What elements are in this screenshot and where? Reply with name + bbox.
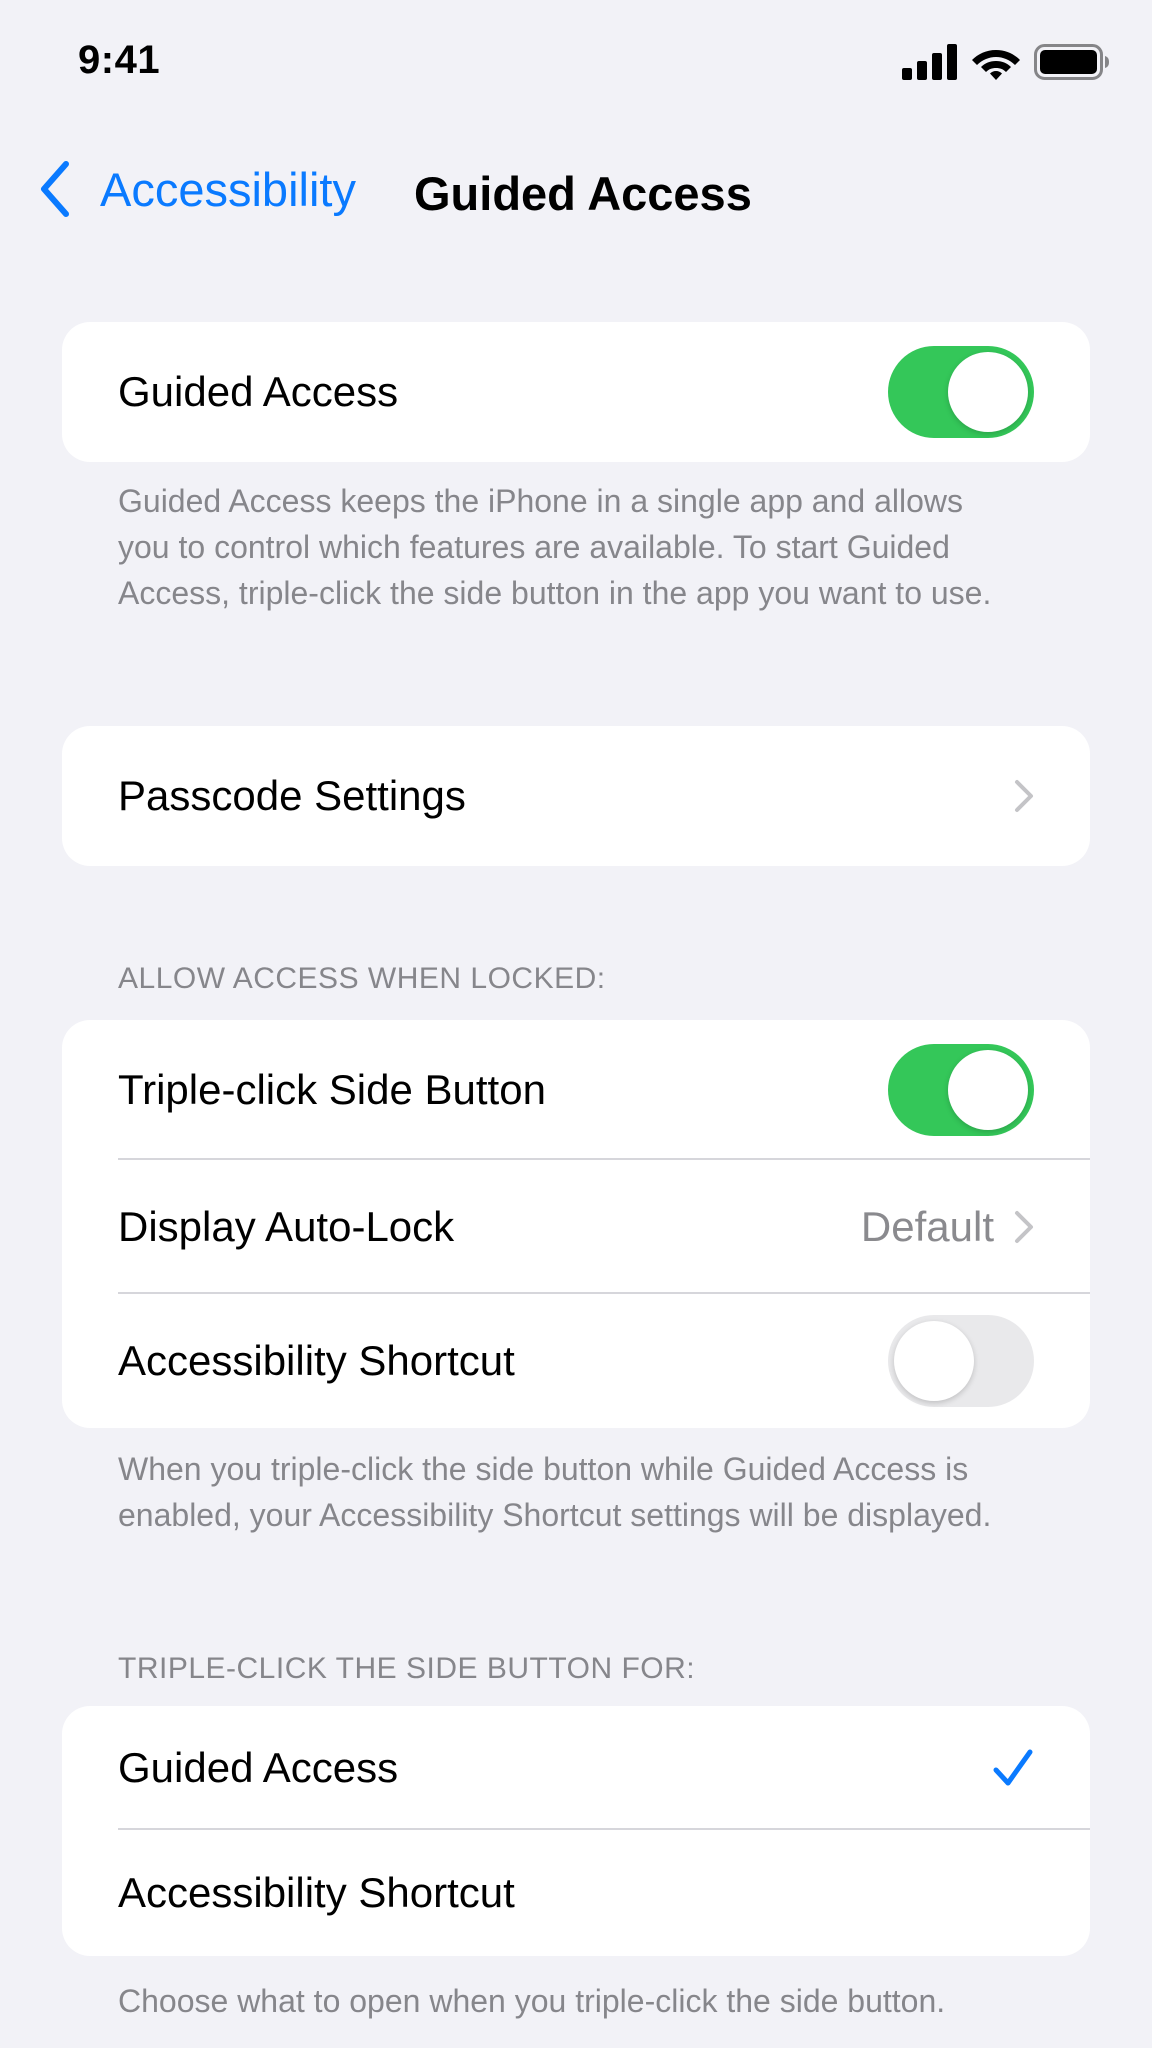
back-button-label: Accessibility bbox=[100, 162, 356, 216]
chevron-right-icon bbox=[1015, 780, 1033, 812]
back-button[interactable]: Accessibility bbox=[38, 160, 356, 218]
option-guided-access-label: Guided Access bbox=[118, 1744, 399, 1791]
section-header-locked: ALLOW ACCESS WHEN LOCKED: bbox=[118, 962, 606, 995]
battery-icon bbox=[1034, 44, 1109, 80]
option-accessibility-shortcut-label: Accessibility Shortcut bbox=[118, 1869, 515, 1916]
triple-click-side-button-toggle[interactable] bbox=[888, 1044, 1034, 1136]
option-guided-access-row[interactable]: Guided Access bbox=[62, 1706, 1090, 1830]
accessibility-shortcut-toggle[interactable] bbox=[888, 1315, 1034, 1407]
wifi-icon bbox=[972, 50, 1020, 80]
status-time: 9:41 bbox=[78, 38, 161, 82]
toggle-knob bbox=[894, 1321, 974, 1401]
display-auto-lock-value: Default bbox=[860, 1203, 994, 1250]
section-header-triple-click: TRIPLE-CLICK THE SIDE BUTTON FOR: bbox=[118, 1652, 696, 1685]
navigation-bar: Accessibility Guided Access bbox=[0, 150, 1152, 230]
locked-access-group: Triple-click Side Button Display Auto-Lo… bbox=[62, 1020, 1090, 1428]
guided-access-group: Guided Access bbox=[62, 322, 1090, 462]
display-auto-lock-row[interactable]: Display Auto-Lock Default bbox=[62, 1160, 1090, 1294]
triple-click-side-button-label: Triple-click Side Button bbox=[118, 1066, 546, 1113]
page-title: Guided Access bbox=[414, 167, 752, 220]
chevron-left-icon bbox=[41, 161, 69, 217]
cellular-signal-icon bbox=[902, 44, 957, 80]
passcode-group: Passcode Settings bbox=[62, 726, 1090, 866]
toggle-knob bbox=[948, 1050, 1028, 1130]
triple-click-footer: Choose what to open when you triple-clic… bbox=[118, 1983, 946, 2019]
status-bar: 9:41 bbox=[0, 0, 1152, 120]
accessibility-shortcut-label: Accessibility Shortcut bbox=[118, 1337, 515, 1384]
chevron-right-icon bbox=[1015, 1211, 1033, 1243]
status-icons bbox=[902, 44, 1110, 80]
guided-access-row: Guided Access bbox=[62, 322, 1090, 462]
toggle-knob bbox=[948, 352, 1028, 432]
guided-access-footer: Guided Access keeps the iPhone in a sing… bbox=[118, 483, 992, 611]
accessibility-shortcut-row: Accessibility Shortcut bbox=[62, 1294, 1090, 1428]
display-auto-lock-label: Display Auto-Lock bbox=[118, 1203, 455, 1250]
locked-access-footer: When you triple-click the side button wh… bbox=[118, 1451, 992, 1533]
triple-click-options-group: Guided Access Accessibility Shortcut bbox=[62, 1706, 1090, 1956]
passcode-settings-row[interactable]: Passcode Settings bbox=[62, 726, 1090, 866]
guided-access-label: Guided Access bbox=[118, 368, 399, 415]
checkmark-icon bbox=[993, 1749, 1033, 1786]
guided-access-toggle[interactable] bbox=[888, 346, 1034, 438]
option-accessibility-shortcut-row[interactable]: Accessibility Shortcut bbox=[62, 1830, 1090, 1956]
triple-click-side-button-row: Triple-click Side Button bbox=[62, 1020, 1090, 1160]
passcode-settings-label: Passcode Settings bbox=[118, 772, 466, 819]
